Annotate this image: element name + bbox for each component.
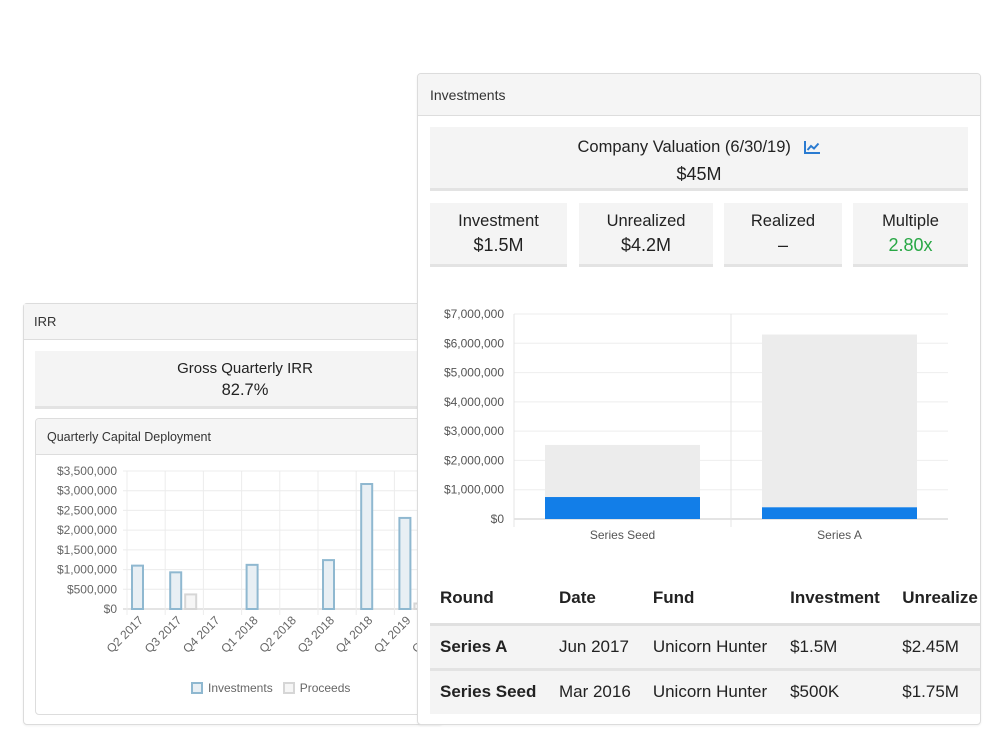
- gross-irr-value: 82.7%: [221, 381, 269, 399]
- y-tick-label: $1,500,000: [57, 543, 117, 557]
- y-tick-label: $7,000,000: [444, 307, 504, 321]
- column-header-unrealized[interactable]: Unrealize: [892, 574, 980, 626]
- legend-label-proceeds: Proceeds: [299, 681, 351, 695]
- rounds-table: Round Date Fund Investment Unrealize Ser…: [430, 574, 980, 714]
- cell-fund: Unicorn Hunter: [642, 669, 781, 714]
- y-tick-label: $1,000,000: [57, 563, 117, 577]
- proceeds-swatch-icon: [282, 682, 295, 694]
- y-tick-label: $1,000,000: [444, 483, 504, 497]
- cell-date: Jun 2017: [548, 624, 643, 671]
- y-tick-label: $5,000,000: [444, 366, 504, 380]
- legend-item-proceeds[interactable]: Proceeds: [282, 681, 351, 695]
- investments-swatch-icon: [191, 682, 203, 694]
- irr-panel: IRR Gross Quarterly IRR 82.7% Quarterly …: [23, 303, 456, 725]
- value-bar: [545, 444, 700, 498]
- company-valuation-value: $45M: [676, 164, 722, 184]
- y-tick-label: $2,000,000: [57, 523, 117, 537]
- column-header-date[interactable]: Date: [548, 574, 643, 626]
- company-valuation-stat: Company Valuation (6/30/19) $45M: [430, 127, 968, 191]
- investments-panel: Investments Company Valuation (6/30/19) …: [417, 73, 981, 725]
- investments-bar: [131, 564, 144, 610]
- realized-stat-value: –: [777, 235, 788, 255]
- qcd-legend: Investments Proceeds: [191, 681, 350, 695]
- chart-line-icon[interactable]: [803, 137, 821, 161]
- table-row[interactable]: Series A Jun 2017 Unicorn Hunter $1.5M $…: [430, 624, 980, 671]
- investments-panel-title: Investments: [430, 86, 506, 103]
- investments-bar: [398, 516, 412, 610]
- realized-stat-label: Realized: [750, 212, 816, 230]
- y-tick-label: $3,000,000: [444, 424, 504, 438]
- investments-bar: [169, 571, 183, 610]
- x-tick-label: Q3 2018: [295, 613, 338, 656]
- y-tick-label: $3,000,000: [57, 484, 117, 498]
- y-tick-label: $0: [104, 602, 118, 616]
- x-tick-label: Q4 2017: [180, 613, 223, 656]
- x-tick-label: Q2 2017: [104, 613, 147, 656]
- irr-panel-title: IRR: [34, 314, 57, 329]
- y-tick-label: $4,000,000: [444, 395, 504, 409]
- investments-panel-header: Investments: [418, 74, 980, 116]
- proceeds-bar: [184, 593, 198, 610]
- x-tick-label: Series Seed: [590, 528, 655, 542]
- company-valuation-label-row: Company Valuation (6/30/19): [430, 135, 968, 161]
- x-tick-label: Q4 2018: [333, 613, 376, 656]
- unrealized-stat-value: $4.2M: [620, 235, 672, 255]
- y-tick-label: $6,000,000: [444, 336, 504, 350]
- table-row[interactable]: Series Seed Mar 2016 Unicorn Hunter $500…: [430, 669, 980, 714]
- cell-round: Series Seed: [430, 669, 549, 714]
- investment-stat-value: $1.5M: [473, 235, 524, 255]
- cell-round: Series A: [430, 624, 549, 671]
- y-tick-label: $500,000: [67, 582, 117, 596]
- cell-fund: Unicorn Hunter: [642, 624, 781, 671]
- unrealized-stat-label: Unrealized: [606, 212, 686, 230]
- quarterly-capital-deployment-card: Quarterly Capital Deployment $0 $500,000 $…: [35, 418, 456, 715]
- rounds-table-header: Round Date Fund Investment Unrealize: [430, 574, 980, 626]
- column-header-round[interactable]: Round: [430, 574, 549, 626]
- investments-bar: [245, 563, 259, 610]
- unrealized-stat: Unrealized $4.2M: [579, 203, 713, 267]
- x-tick-label: Q3 2017: [142, 613, 185, 656]
- investment-stat-label: Investment: [458, 212, 539, 230]
- company-valuation-label: Company Valuation (6/30/19): [577, 138, 791, 156]
- round-value-chart: $0 $1,000,000 $2,000,000 $3,000,000 $4,000,0…: [444, 307, 948, 542]
- investments-bar: [322, 559, 335, 610]
- cell-investment: $500K: [780, 669, 893, 714]
- realized-stat: Realized –: [724, 203, 842, 267]
- legend-item-investments[interactable]: Investments: [191, 681, 273, 695]
- value-bar: [762, 334, 917, 508]
- x-tick-label: Q2 2018: [256, 613, 299, 656]
- irr-panel-header: IRR: [24, 304, 442, 340]
- investment-stat: Investment $1.5M: [430, 203, 567, 267]
- multiple-stat-value: 2.80x: [888, 235, 933, 255]
- y-tick-label: $3,500,000: [57, 464, 117, 478]
- cell-date: Mar 2016: [548, 669, 643, 714]
- x-tick-label: Q1 2019: [371, 613, 414, 656]
- investment-bar: [545, 497, 700, 519]
- multiple-stat-label: Multiple: [882, 212, 939, 230]
- cell-investment: $1.5M: [780, 624, 893, 671]
- investments-bar: [360, 483, 374, 610]
- x-tick-label: Q1 2018: [218, 613, 261, 656]
- y-tick-label: $2,500,000: [57, 503, 117, 517]
- gross-irr-label: Gross Quarterly IRR: [177, 360, 313, 377]
- cell-unrealized: $1.75M: [892, 669, 980, 714]
- gross-irr-stat: Gross Quarterly IRR 82.7%: [35, 351, 455, 409]
- x-tick-label: Series A: [817, 528, 862, 542]
- multiple-stat: Multiple 2.80x: [853, 203, 968, 267]
- legend-label-investments: Investments: [208, 681, 273, 695]
- cell-unrealized: $2.45M: [892, 624, 980, 671]
- column-header-fund[interactable]: Fund: [642, 574, 781, 626]
- y-tick-label: $0: [491, 512, 505, 526]
- quarterly-deployment-chart: $0 $500,000 $1,000,000 $1,500,000 $2,000,000…: [57, 464, 456, 656]
- y-tick-label: $2,000,000: [444, 453, 504, 467]
- column-header-investment[interactable]: Investment: [780, 574, 893, 626]
- investment-bar: [762, 507, 917, 519]
